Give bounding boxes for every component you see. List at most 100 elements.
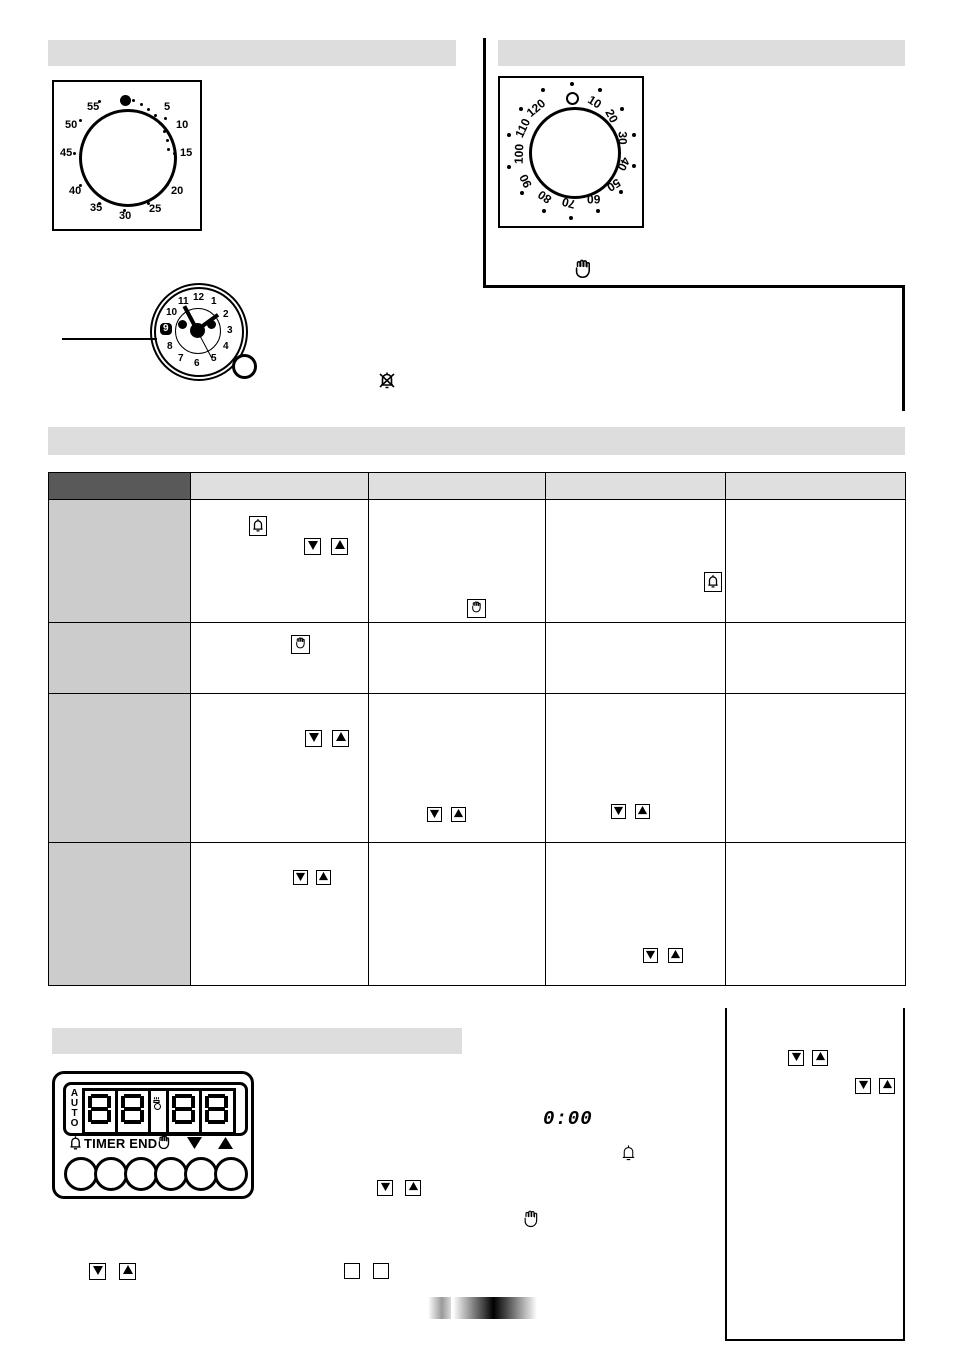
hand-icon[interactable]: [291, 635, 310, 654]
auto-letter: O: [70, 1118, 79, 1129]
column-divider-top: [483, 38, 486, 288]
down-arrow-icon[interactable]: [305, 730, 322, 747]
down-arrow-icon[interactable]: [788, 1050, 804, 1066]
clock-numeral-highlighted: 9: [160, 323, 172, 335]
minute-dial-label: 55: [87, 101, 100, 113]
analog-clock: 12 1 2 3 4 5 6 7 8 9 10 11: [148, 282, 264, 388]
up-arrow-icon[interactable]: [316, 870, 331, 885]
table-row: [48, 622, 906, 694]
up-button[interactable]: [214, 1157, 248, 1191]
checkbox-empty[interactable]: [344, 1263, 360, 1279]
heading-bar-timer: [498, 40, 905, 66]
clock-hand-tip: [207, 320, 216, 329]
bell-icon: [620, 1143, 637, 1167]
table-row: [48, 842, 906, 986]
right-box-edge: [902, 288, 905, 411]
minute-dial-label: 25: [149, 203, 162, 215]
page-footer-artifact: [453, 1297, 537, 1319]
minute-dial-label: 10: [176, 119, 189, 131]
table-cell: [368, 622, 546, 694]
table-row: [48, 693, 906, 843]
table-cell: [368, 693, 546, 843]
clock-hub: [190, 323, 205, 338]
minute-dial-label: 40: [69, 185, 82, 197]
down-arrow-icon[interactable]: [304, 538, 321, 555]
page-footer-artifact-left: [428, 1297, 451, 1319]
checkbox-empty[interactable]: [373, 1263, 389, 1279]
bell-button[interactable]: [64, 1157, 98, 1191]
bell-crossed-icon: [375, 368, 399, 392]
bell-icon[interactable]: [704, 572, 722, 592]
table-cell: [190, 842, 369, 986]
down-arrow-icon: [186, 1136, 203, 1155]
timer-button[interactable]: [94, 1157, 128, 1191]
timer-dial-label: 120: [523, 96, 549, 120]
up-arrow-icon[interactable]: [635, 804, 650, 819]
up-arrow-icon[interactable]: [879, 1078, 895, 1094]
minute-dial-label: 35: [90, 202, 103, 214]
table-cell: [545, 842, 726, 986]
up-arrow-icon[interactable]: [668, 948, 683, 963]
timer-end-label: TIMER END: [84, 1136, 158, 1151]
table-row-label: [48, 693, 191, 843]
hand-icon: [572, 258, 594, 280]
timer-dial-zero-marker: [566, 92, 579, 105]
table-cell: [368, 499, 546, 623]
callout-line: [62, 338, 157, 340]
up-arrow-icon[interactable]: [405, 1180, 421, 1196]
minute-dial-label: 45: [60, 147, 73, 159]
heading-bar-minute-minder: [48, 40, 456, 66]
table-header-cell: [725, 472, 906, 500]
clock-numeral: 6: [194, 358, 200, 369]
display-window: A U T O: [63, 1082, 248, 1136]
clock-setting-knob[interactable]: [232, 354, 257, 379]
down-arrow-icon[interactable]: [611, 804, 626, 819]
table-cell: [190, 622, 369, 694]
down-arrow-icon[interactable]: [643, 948, 658, 963]
clock-numeral: 8: [167, 341, 173, 352]
down-arrow-icon[interactable]: [377, 1180, 393, 1196]
up-arrow-icon[interactable]: [332, 730, 349, 747]
minute-dial-label: 50: [65, 119, 78, 131]
up-arrow-icon[interactable]: [812, 1050, 828, 1066]
up-arrow-icon[interactable]: [451, 807, 466, 822]
down-arrow-icon[interactable]: [89, 1263, 106, 1280]
table-header-cell: [190, 472, 369, 500]
table-cell: [545, 622, 726, 694]
down-arrow-icon[interactable]: [855, 1078, 871, 1094]
up-arrow-icon[interactable]: [331, 538, 348, 555]
timer-dial-label: 100: [511, 143, 527, 165]
minute-dial-ring[interactable]: [79, 109, 177, 207]
hand-button[interactable]: [154, 1157, 188, 1191]
table-row-label: [48, 842, 191, 986]
table-cell: [725, 622, 906, 694]
table-cell: [725, 693, 906, 843]
down-arrow-icon[interactable]: [427, 807, 442, 822]
heading-bar-digital: [52, 1028, 462, 1054]
down-button[interactable]: [184, 1157, 218, 1191]
down-arrow-icon[interactable]: [293, 870, 308, 885]
timer-dial-diagram: 10 20 30 40 50 60 70 80 90 100 110 120: [498, 76, 644, 228]
minute-dial-label: 5: [164, 101, 171, 113]
table-header-cell: [545, 472, 726, 500]
clock-numeral: 2: [223, 309, 229, 320]
minute-dial-label: 20: [171, 185, 184, 197]
dot-indicator: [154, 1103, 161, 1110]
clock-numeral: 3: [227, 325, 233, 336]
end-button[interactable]: [124, 1157, 158, 1191]
bell-icon: [68, 1134, 83, 1156]
clock-numeral: 10: [166, 307, 178, 318]
table-header-cell: [48, 472, 191, 500]
up-arrow-icon[interactable]: [119, 1263, 136, 1280]
clock-numeral: 4: [223, 341, 229, 352]
bell-icon[interactable]: [249, 516, 267, 536]
hand-icon: [156, 1134, 172, 1156]
hand-icon[interactable]: [467, 599, 486, 618]
table-cell: [190, 499, 369, 623]
seven-segment-digit: [115, 1088, 152, 1135]
clock-numeral: 7: [178, 353, 184, 364]
minute-dial-label: 15: [180, 147, 193, 159]
timer-dial-label: 30: [615, 131, 630, 145]
table-row-label: [48, 499, 191, 623]
up-arrow-icon: [217, 1136, 234, 1155]
